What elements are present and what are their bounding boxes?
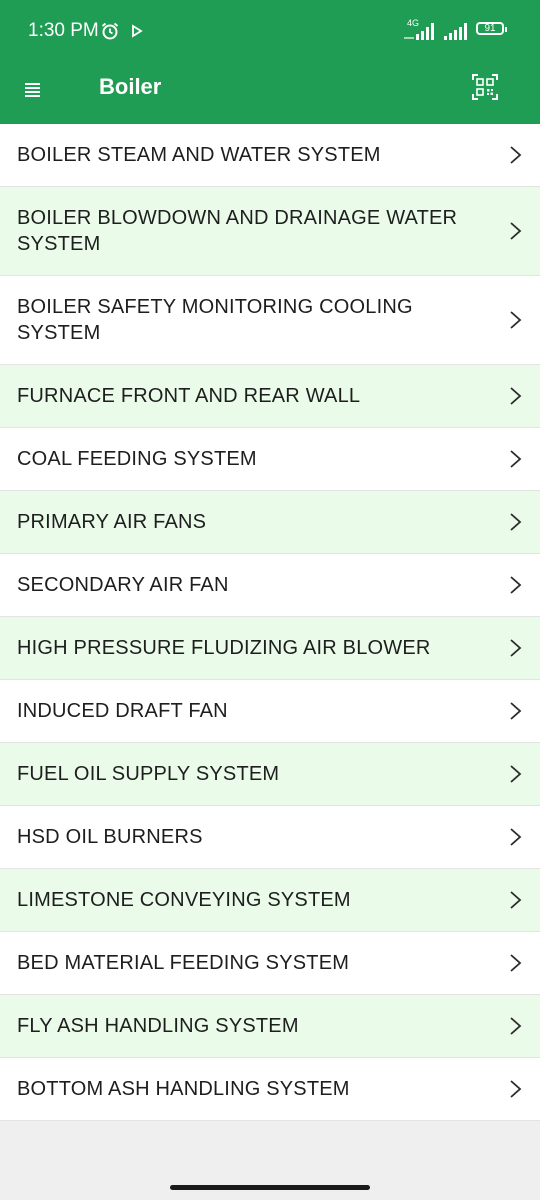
list-item-label: BOILER STEAM AND WATER SYSTEM <box>17 144 381 166</box>
chevron-right-icon <box>510 311 522 329</box>
list-item[interactable]: COAL FEEDING SYSTEM <box>0 428 540 491</box>
boiler-systems-list: BOILER STEAM AND WATER SYSTEM BOILER BLOW… <box>0 124 540 1121</box>
list-item-label: BOILER SAFETY MONITORING COOLING SYSTEM <box>17 296 413 344</box>
chevron-right-icon <box>510 765 522 783</box>
chevron-right-icon <box>510 222 522 240</box>
list-item-label: HIGH PRESSURE FLUDIZING AIR BLOWER <box>17 637 431 659</box>
toolbar: Boiler <box>0 62 540 124</box>
chevron-right-icon <box>510 828 522 846</box>
list-item[interactable]: HSD OIL BURNERS <box>0 806 540 869</box>
page-title: Boiler <box>99 74 162 99</box>
chevron-right-icon <box>510 639 522 657</box>
status-bar: 1:30 PM 4G 91 <box>0 0 540 62</box>
list-item-label: SECONDARY AIR FAN <box>17 574 229 596</box>
play-store-icon <box>131 24 143 43</box>
chevron-right-icon <box>510 1080 522 1098</box>
qr-code-icon <box>472 74 498 100</box>
list-item-label: COAL FEEDING SYSTEM <box>17 448 257 470</box>
alarm-icon <box>100 21 120 46</box>
signal-icon-2 <box>444 23 467 40</box>
chevron-right-icon <box>510 387 522 405</box>
chevron-right-icon <box>510 450 522 468</box>
battery-icon: 91 <box>476 22 507 35</box>
list-item-label: HSD OIL BURNERS <box>17 826 203 848</box>
list-item-label: FLY ASH HANDLING SYSTEM <box>17 1015 299 1037</box>
list-item-label: PRIMARY AIR FANS <box>17 511 207 533</box>
list-item[interactable]: PRIMARY AIR FANS <box>0 491 540 554</box>
list-item-label: BED MATERIAL FEEDING SYSTEM <box>17 952 350 974</box>
list-item-label: BOILER BLOWDOWN AND DRAINAGE WATER SYSTE… <box>17 207 458 255</box>
chevron-right-icon <box>510 576 522 594</box>
list-item[interactable]: INDUCED DRAFT FAN <box>0 680 540 743</box>
chevron-right-icon <box>510 891 522 909</box>
list-item[interactable]: FLY ASH HANDLING SYSTEM <box>0 995 540 1058</box>
list-item[interactable]: BOILER SAFETY MONITORING COOLING SYSTEM <box>0 276 540 365</box>
list-item[interactable]: BED MATERIAL FEEDING SYSTEM <box>0 932 540 995</box>
list-item-label: FUEL OIL SUPPLY SYSTEM <box>17 763 280 785</box>
list-item-label: LIMESTONE CONVEYING SYSTEM <box>17 889 351 911</box>
list-item-label: INDUCED DRAFT FAN <box>17 700 228 722</box>
gesture-nav-bar[interactable] <box>170 1185 370 1190</box>
list-item-label: FURNACE FRONT AND REAR WALL <box>17 385 361 407</box>
list-item[interactable]: BOTTOM ASH HANDLING SYSTEM <box>0 1058 540 1121</box>
list-item-label: BOTTOM ASH HANDLING SYSTEM <box>17 1078 350 1100</box>
list-item[interactable]: SECONDARY AIR FAN <box>0 554 540 617</box>
hamburger-icon <box>25 83 40 97</box>
list-item[interactable]: LIMESTONE CONVEYING SYSTEM <box>0 869 540 932</box>
chevron-right-icon <box>510 954 522 972</box>
list-item[interactable]: BOILER BLOWDOWN AND DRAINAGE WATER SYSTE… <box>0 187 540 276</box>
chevron-right-icon <box>510 1017 522 1035</box>
list-item[interactable]: BOILER STEAM AND WATER SYSTEM <box>0 124 540 187</box>
chevron-right-icon <box>510 702 522 720</box>
signal-icon <box>404 23 434 40</box>
chevron-right-icon <box>510 146 522 164</box>
status-time: 1:30 PM <box>28 20 99 41</box>
qr-scan-button[interactable] <box>470 72 500 102</box>
list-item[interactable]: FURNACE FRONT AND REAR WALL <box>0 365 540 428</box>
list-item[interactable]: FUEL OIL SUPPLY SYSTEM <box>0 743 540 806</box>
status-icons: 4G 91 <box>402 18 512 42</box>
chevron-right-icon <box>510 513 522 531</box>
app-bar: 1:30 PM 4G 91 Boiler <box>0 0 540 124</box>
list-item[interactable]: HIGH PRESSURE FLUDIZING AIR BLOWER <box>0 617 540 680</box>
menu-button[interactable] <box>20 75 48 103</box>
